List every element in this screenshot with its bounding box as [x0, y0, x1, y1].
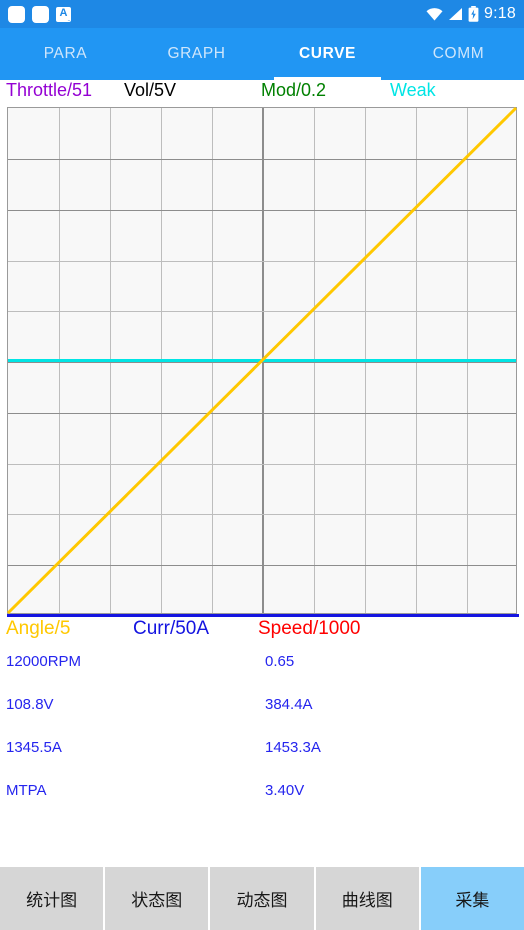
readout-value: 3.40V: [265, 782, 305, 799]
chart-plot-area: [6, 106, 518, 615]
legend-angle: Angle/5: [6, 618, 71, 639]
chart-legend-top: Throttle/51 Vol/5V Mod/0.2 Weak: [0, 80, 524, 107]
dynamic-chart-button[interactable]: 动态图: [210, 867, 314, 930]
readout-row: MTPA 3.40V: [0, 782, 524, 804]
legend-curr: Curr/50A: [133, 618, 210, 639]
curve-chart: Throttle/51 Vol/5V Mod/0.2 Weak Angle/5 …: [0, 80, 524, 640]
status-chart-button[interactable]: 状态图: [105, 867, 209, 930]
readout-value: 0.65: [265, 653, 295, 670]
readout-panel: 12000RPM 0.65 108.8V 384.4A 1345.5A 1453…: [0, 640, 524, 867]
legend-mod: Mod/0.2: [261, 80, 327, 100]
a-badge-letter: A: [59, 6, 68, 19]
legend-speed: Speed/1000: [258, 618, 361, 639]
a-badge-sub: ...: [67, 16, 71, 22]
readout-value: 1453.3A: [265, 739, 321, 756]
readout-value: 384.4A: [265, 696, 313, 713]
battery-charging-icon: [468, 6, 479, 22]
status-bar-clock: 9:18: [484, 5, 516, 22]
legend-vol: Vol/5V: [124, 80, 177, 100]
tab-graph[interactable]: GRAPH: [131, 28, 262, 80]
status-bar: A ... 9:18: [0, 0, 524, 28]
signal-icon: [449, 8, 463, 20]
readout-label: MTPA: [6, 782, 47, 799]
bottom-button-bar: 统计图 状态图 动态图 曲线图 采集: [0, 867, 524, 930]
legend-weak: Weak: [390, 80, 436, 100]
readout-row: 1345.5A 1453.3A: [0, 739, 524, 761]
readout-row: 12000RPM 0.65: [0, 653, 524, 675]
a-badge-icon: A ...: [56, 6, 71, 22]
status-bar-left-icons: A ...: [8, 5, 71, 23]
stats-chart-button[interactable]: 统计图: [0, 867, 104, 930]
readout-label: 12000RPM: [6, 653, 82, 670]
tab-para[interactable]: PARA: [0, 28, 131, 80]
tab-curve[interactable]: CURVE: [262, 28, 393, 80]
tab-bar: PARA GRAPH CURVE COMM: [0, 28, 524, 80]
chart-axis-bottom: [7, 614, 519, 617]
collect-button[interactable]: 采集: [420, 867, 524, 930]
status-bar-right-icons: 9:18: [426, 5, 516, 23]
readout-label: 108.8V: [6, 696, 54, 713]
app-square-icon: [8, 5, 25, 23]
readout-row: 108.8V 384.4A: [0, 696, 524, 718]
chart-series-svg: [6, 106, 518, 615]
wifi-icon: [426, 8, 443, 21]
app-root: A ... 9:18 PARA GRAPH CURVE COMM Throttl…: [0, 0, 524, 930]
readout-label: 1345.5A: [6, 739, 62, 756]
curve-chart-button[interactable]: 曲线图: [315, 867, 419, 930]
tab-comm[interactable]: COMM: [393, 28, 524, 80]
legend-throttle: Throttle/51: [6, 80, 93, 100]
app-square-icon: [32, 5, 49, 23]
